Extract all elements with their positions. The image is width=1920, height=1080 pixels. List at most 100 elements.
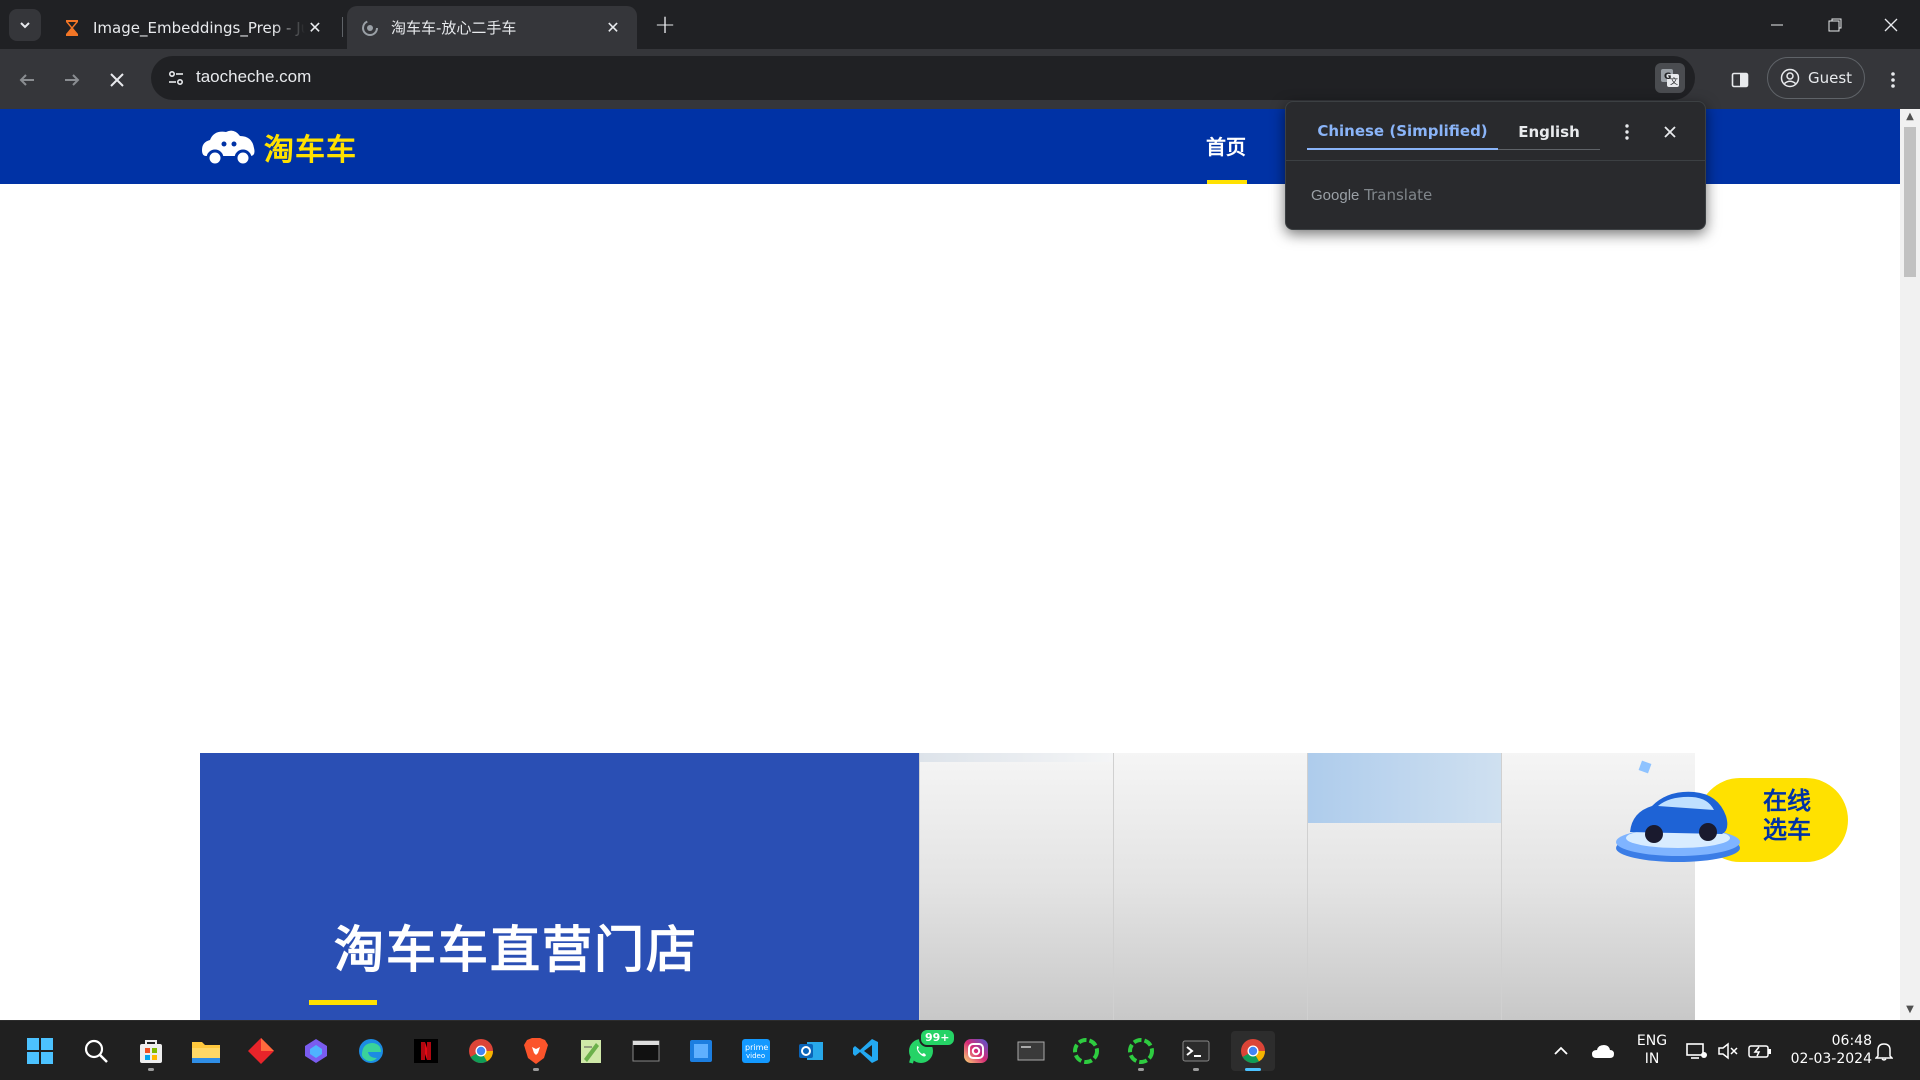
account-icon bbox=[1780, 68, 1800, 88]
url-text: taocheche.com bbox=[196, 67, 312, 86]
address-bar[interactable]: taocheche.com G 文 bbox=[151, 56, 1695, 100]
site-logo[interactable]: 淘车车 bbox=[200, 126, 357, 168]
red-app[interactable] bbox=[241, 1031, 281, 1071]
browser-menu-button[interactable] bbox=[1876, 63, 1910, 97]
edge-app[interactable] bbox=[351, 1031, 391, 1071]
online-car-select-button[interactable]: 在线 选车 bbox=[1608, 760, 1850, 870]
notifications-button[interactable] bbox=[1866, 1031, 1902, 1071]
spinner-app-2[interactable] bbox=[1121, 1031, 1161, 1071]
forward-button[interactable] bbox=[55, 63, 89, 97]
translate-options-button[interactable] bbox=[1613, 118, 1641, 146]
system-clock[interactable]: 06:48 02-03-2024 bbox=[1780, 1032, 1872, 1068]
browser-toolbar: taocheche.com G 文 Guest bbox=[0, 49, 1920, 109]
scroll-down-arrow-icon[interactable]: ▼ bbox=[1904, 1004, 1916, 1018]
console-icon bbox=[632, 1040, 660, 1062]
instagram-icon bbox=[964, 1039, 988, 1063]
close-tab-icon[interactable]: ✕ bbox=[603, 18, 623, 38]
side-panel-button[interactable] bbox=[1723, 63, 1757, 97]
prime-video-icon: primevideo bbox=[742, 1039, 770, 1063]
chrome-app[interactable] bbox=[461, 1031, 501, 1071]
profile-button[interactable]: Guest bbox=[1767, 57, 1865, 99]
notepad-plus-app[interactable] bbox=[571, 1031, 611, 1071]
translate-page-button[interactable]: G 文 bbox=[1655, 63, 1685, 93]
nav-home-link[interactable]: 首页 bbox=[1206, 131, 1246, 160]
translate-icon: G 文 bbox=[1661, 69, 1679, 87]
tab-title: Image_Embeddings_Prep - Jupyter bbox=[93, 18, 305, 37]
side-panel-icon bbox=[1731, 72, 1749, 88]
whatsapp-app[interactable]: 99+ bbox=[901, 1028, 956, 1071]
more-vertical-icon bbox=[1625, 124, 1629, 140]
terminal-icon bbox=[1182, 1040, 1210, 1062]
outlook-icon bbox=[799, 1042, 823, 1060]
window-app[interactable] bbox=[1011, 1031, 1051, 1071]
target-language-tab[interactable]: English bbox=[1498, 114, 1600, 150]
translate-close-button[interactable] bbox=[1656, 118, 1684, 146]
banner-photo-panel bbox=[919, 753, 1113, 1020]
tab-separator bbox=[342, 17, 343, 37]
onedrive-button[interactable] bbox=[1585, 1031, 1621, 1071]
minimize-button[interactable] bbox=[1748, 0, 1806, 49]
car-logo-icon bbox=[202, 130, 255, 167]
input-language[interactable]: ENG IN bbox=[1632, 1032, 1672, 1068]
volume-button[interactable] bbox=[1712, 1031, 1744, 1071]
language-region: IN bbox=[1644, 1051, 1660, 1067]
powershell-app[interactable] bbox=[1176, 1031, 1216, 1071]
whatsapp-badge: 99+ bbox=[919, 1028, 956, 1047]
window-icon bbox=[1017, 1041, 1045, 1061]
prime-video-app[interactable]: prime video bbox=[736, 1031, 776, 1071]
back-arrow-icon bbox=[19, 74, 34, 86]
brave-app[interactable] bbox=[516, 1031, 556, 1071]
spinner-app-1[interactable] bbox=[1066, 1031, 1106, 1071]
instagram-app[interactable] bbox=[956, 1031, 996, 1071]
netflix-app[interactable] bbox=[406, 1031, 446, 1071]
taskbar-search[interactable] bbox=[76, 1031, 116, 1071]
vscode-icon bbox=[853, 1039, 878, 1063]
windows-taskbar: prime video 99+ ENG IN 06:48 02-03-2024 bbox=[0, 1020, 1920, 1080]
banner-underline bbox=[309, 1000, 377, 1005]
google-translate-brand: Google Translate bbox=[1311, 186, 1432, 204]
tab-search-button[interactable] bbox=[9, 9, 41, 41]
close-tab-icon[interactable]: ✕ bbox=[305, 18, 325, 38]
battery-button[interactable] bbox=[1744, 1031, 1776, 1071]
search-icon bbox=[84, 1039, 108, 1063]
microsoft-store-app[interactable] bbox=[131, 1031, 171, 1071]
browser-tab-bar: Image_Embeddings_Prep - Jupyter ✕ 淘车车-放心… bbox=[0, 0, 1920, 49]
restore-icon bbox=[1828, 18, 1842, 31]
site-info-button[interactable] bbox=[161, 63, 191, 93]
banner-photo-panel bbox=[1113, 753, 1307, 1020]
restore-button[interactable] bbox=[1806, 0, 1864, 49]
close-window-button[interactable] bbox=[1862, 0, 1920, 49]
show-hidden-icons-button[interactable] bbox=[1543, 1031, 1579, 1071]
netflix-icon bbox=[414, 1039, 438, 1063]
running-indicator bbox=[148, 1068, 154, 1071]
clock-date: 02-03-2024 bbox=[1790, 1051, 1872, 1067]
page-scrollbar[interactable]: ▲ ▼ bbox=[1900, 109, 1920, 1020]
network-icon bbox=[1686, 1043, 1707, 1059]
float-button-line1: 在线 bbox=[1763, 787, 1811, 815]
source-language-tab[interactable]: Chinese (Simplified) bbox=[1307, 114, 1498, 150]
store-banner[interactable]: 淘车车直营门店 bbox=[200, 753, 1700, 1020]
svg-text:prime: prime bbox=[745, 1043, 768, 1052]
new-tab-button[interactable]: + bbox=[650, 10, 680, 40]
scrollbar-thumb[interactable] bbox=[1904, 127, 1916, 277]
chrome-active-app[interactable] bbox=[1231, 1031, 1275, 1071]
outlook-app[interactable] bbox=[791, 1031, 831, 1071]
scroll-up-arrow-icon[interactable]: ▲ bbox=[1904, 111, 1916, 125]
vscode-app[interactable] bbox=[846, 1031, 886, 1071]
file-explorer-app[interactable] bbox=[186, 1031, 226, 1071]
banner-photo-panel bbox=[1307, 753, 1501, 1020]
folder-icon bbox=[192, 1042, 220, 1063]
terminal-window-app[interactable] bbox=[626, 1031, 666, 1071]
chevron-down-icon bbox=[20, 22, 30, 29]
network-button[interactable] bbox=[1680, 1031, 1712, 1071]
blue-app[interactable] bbox=[681, 1031, 721, 1071]
speaker-muted-icon bbox=[1718, 1042, 1738, 1060]
back-button[interactable] bbox=[10, 63, 44, 97]
tab-jupyter[interactable]: Image_Embeddings_Prep - Jupyter ✕ bbox=[49, 6, 339, 49]
copilot-app[interactable] bbox=[296, 1031, 336, 1071]
brand-translate: Translate bbox=[1364, 186, 1433, 204]
stop-loading-button[interactable] bbox=[100, 63, 134, 97]
tab-taocheche[interactable]: 淘车车-放心二手车 ✕ bbox=[347, 6, 637, 49]
cloud-icon bbox=[1592, 1045, 1614, 1058]
start-button[interactable] bbox=[20, 1031, 60, 1071]
